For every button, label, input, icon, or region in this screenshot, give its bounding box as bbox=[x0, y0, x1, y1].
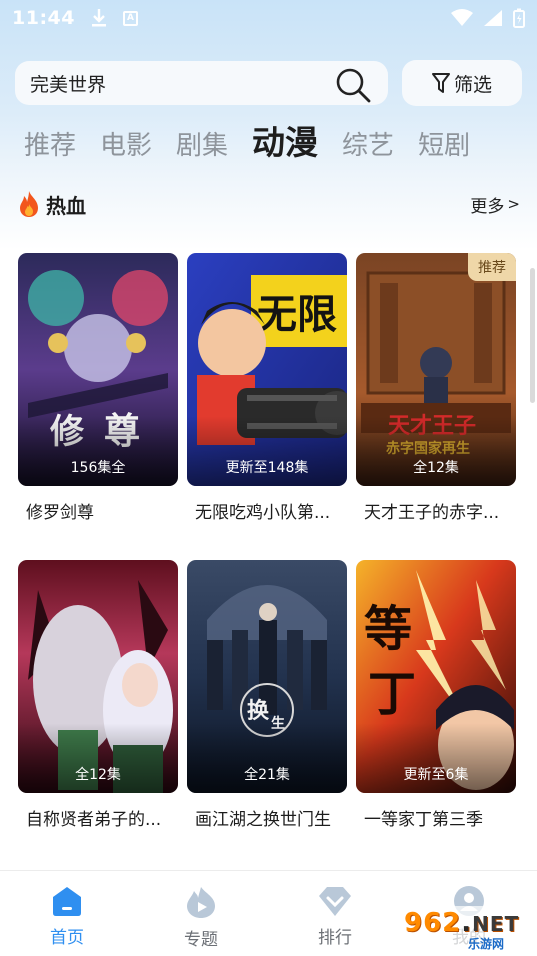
status-notification-icons: A bbox=[91, 8, 138, 28]
tab-recommend[interactable]: 推荐 bbox=[24, 121, 76, 171]
svg-text:无限: 无限 bbox=[257, 292, 337, 338]
svg-text:丁: 丁 bbox=[368, 666, 416, 722]
more-label: 更多 bbox=[470, 196, 505, 217]
anime-card[interactable]: 无限 更新至148集 无限吃鸡小队第... bbox=[187, 253, 347, 523]
anime-card[interactable]: 等 丁 更新至6集 一等家丁第三季 bbox=[356, 560, 516, 830]
notification-badge-icon: A bbox=[122, 10, 138, 26]
nav-label-topic: 专题 bbox=[184, 930, 218, 950]
filter-label: 筛选 bbox=[453, 73, 492, 96]
rank-icon bbox=[319, 887, 351, 916]
nav-label-home: 首页 bbox=[50, 928, 84, 948]
episode-count: 全21集 bbox=[244, 767, 290, 783]
section-title: 热血 bbox=[46, 193, 86, 218]
card-poster[interactable]: 等 丁 更新至6集 bbox=[356, 560, 516, 793]
card-poster[interactable]: 无限 更新至148集 bbox=[187, 253, 347, 486]
signal-icon bbox=[484, 10, 502, 26]
filter-icon bbox=[431, 73, 450, 93]
card-title[interactable]: 无限吃鸡小队第... bbox=[187, 498, 347, 523]
card-poster[interactable]: 换 生 全21集 bbox=[187, 560, 347, 793]
topic-icon bbox=[187, 887, 215, 918]
scrollbar-thumb[interactable] bbox=[530, 268, 535, 403]
watermark-number: 962 bbox=[404, 908, 462, 938]
home-icon bbox=[53, 887, 81, 916]
card-poster[interactable]: 全12集 bbox=[18, 560, 178, 793]
status-bar: 11:44 A bbox=[0, 0, 537, 36]
svg-text:等: 等 bbox=[364, 601, 412, 657]
card-poster[interactable]: 天才王子 赤字国家再生 推荐 全12集 bbox=[356, 253, 516, 486]
category-tabs: 推荐 电影 剧集 动漫 综艺 短剧 bbox=[24, 118, 494, 168]
episode-count: 更新至6集 bbox=[403, 767, 469, 783]
tab-series[interactable]: 剧集 bbox=[176, 121, 228, 171]
episode-count: 全12集 bbox=[413, 460, 459, 476]
nav-item-topic[interactable]: 专题 bbox=[161, 885, 241, 950]
tab-anime[interactable]: 动漫 bbox=[252, 118, 318, 168]
download-icon bbox=[91, 9, 106, 27]
more-link[interactable]: 更多 > bbox=[470, 192, 520, 217]
nav-item-home[interactable]: 首页 bbox=[27, 885, 107, 948]
anime-card[interactable]: 全12集 自称贤者弟子的... bbox=[18, 560, 178, 830]
watermark-logo: 962.NET 乐游网 bbox=[398, 906, 534, 952]
flame-icon bbox=[20, 191, 38, 217]
anime-card[interactable]: 换 生 全21集 画江湖之换世门生 bbox=[187, 560, 347, 830]
svg-text:换: 换 bbox=[247, 698, 270, 724]
watermark-subtitle: 乐游网 bbox=[468, 937, 505, 951]
section-header: 热血 更多 > bbox=[18, 186, 520, 222]
nav-item-rank[interactable]: 排行 bbox=[295, 885, 375, 948]
tab-movie[interactable]: 电影 bbox=[100, 121, 152, 171]
watermark-net: NET bbox=[472, 912, 520, 936]
card-title[interactable]: 天才王子的赤字... bbox=[356, 498, 516, 523]
recommend-badge: 推荐 bbox=[468, 253, 516, 281]
card-title[interactable]: 修罗剑尊 bbox=[18, 498, 178, 523]
chevron-right-icon: > bbox=[507, 195, 520, 213]
nav-label-rank: 排行 bbox=[318, 928, 352, 948]
wifi-icon bbox=[451, 9, 473, 26]
watermark-dot: . bbox=[461, 908, 473, 938]
battery-icon bbox=[513, 8, 525, 28]
tab-short-drama[interactable]: 短剧 bbox=[418, 121, 470, 171]
card-title[interactable]: 自称贤者弟子的... bbox=[18, 805, 178, 830]
card-title[interactable]: 一等家丁第三季 bbox=[356, 805, 516, 830]
search-icon[interactable] bbox=[334, 66, 372, 104]
episode-count: 全12集 bbox=[75, 767, 121, 783]
search-query-text: 完美世界 bbox=[30, 73, 107, 96]
tab-variety[interactable]: 综艺 bbox=[342, 121, 394, 171]
card-poster[interactable]: 修 尊 156集全 bbox=[18, 253, 178, 486]
episode-count: 更新至148集 bbox=[225, 460, 309, 476]
anime-card[interactable]: 天才王子 赤字国家再生 推荐 全12集 天才王子的赤字... bbox=[356, 253, 516, 523]
anime-card[interactable]: 修 尊 156集全 修罗剑尊 bbox=[18, 253, 178, 523]
status-system-icons bbox=[451, 8, 525, 28]
search-input[interactable]: 完美世界 bbox=[15, 61, 388, 105]
status-time: 11:44 bbox=[12, 7, 75, 29]
card-title[interactable]: 画江湖之换世门生 bbox=[187, 805, 347, 830]
filter-button[interactable]: 筛选 bbox=[402, 60, 522, 106]
episode-count: 156集全 bbox=[70, 460, 126, 476]
